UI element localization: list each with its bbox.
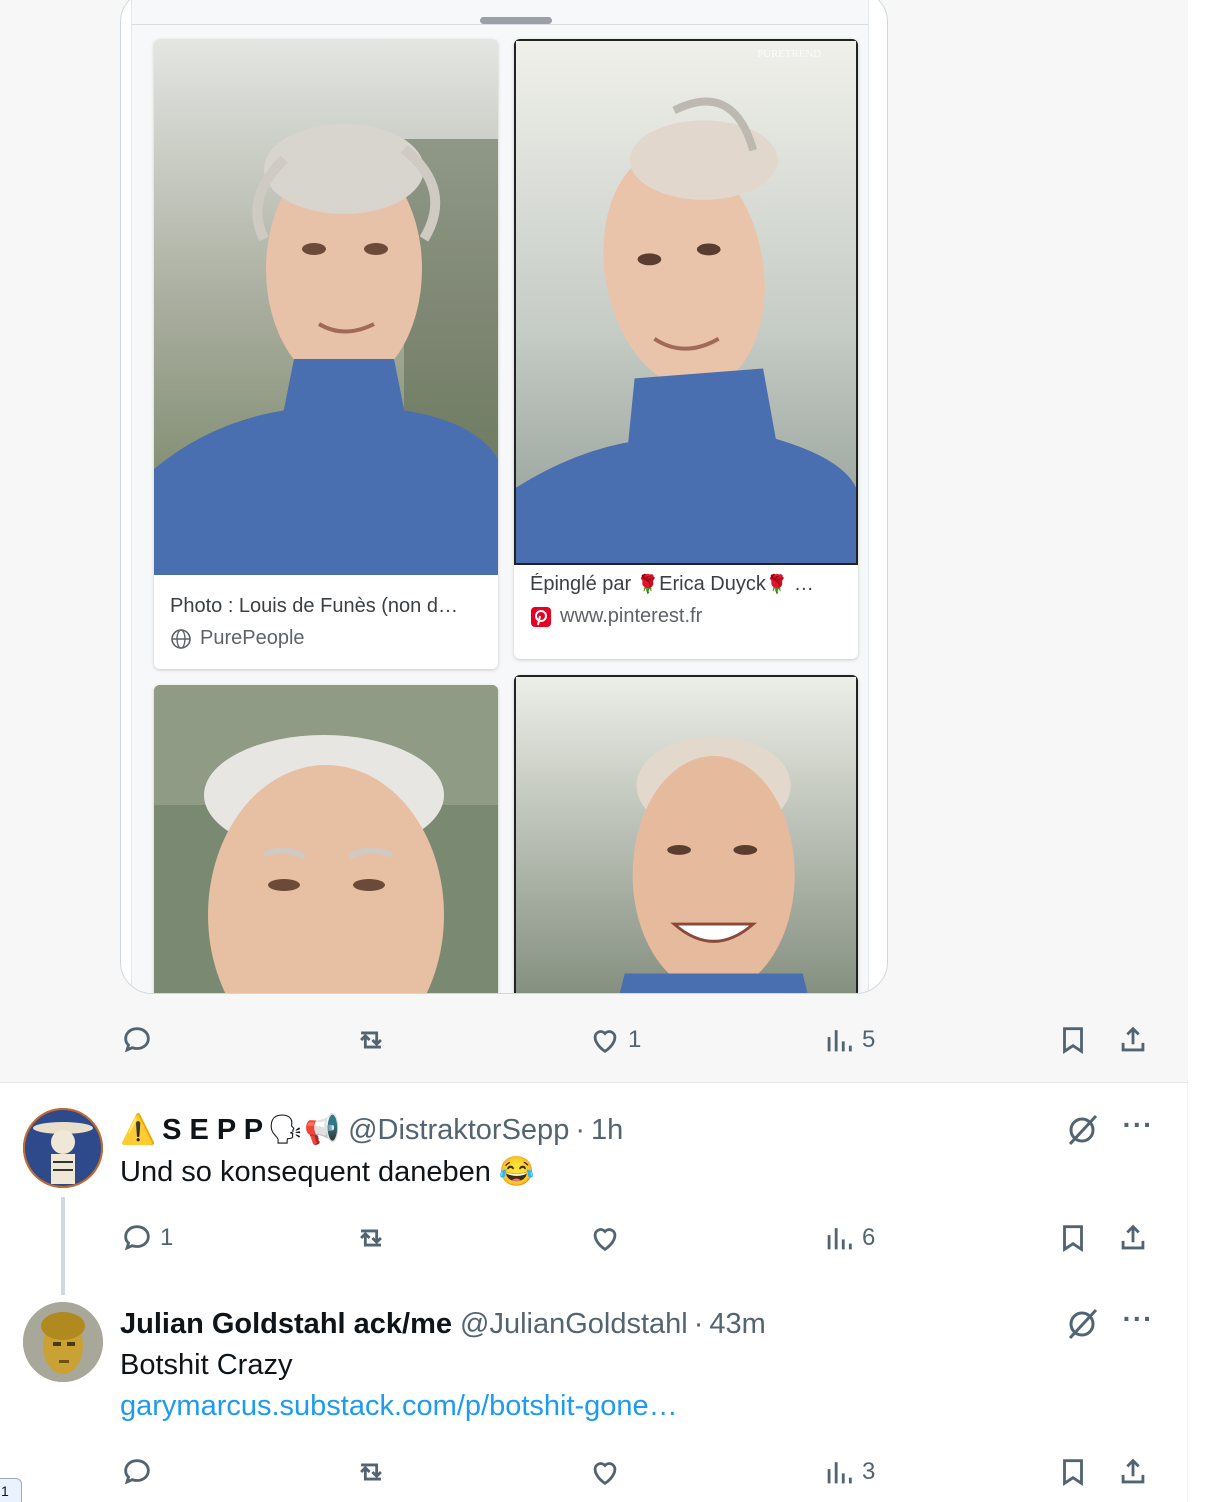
bookmark-button[interactable] bbox=[1056, 1452, 1090, 1492]
retweet-button[interactable] bbox=[354, 1020, 394, 1060]
tweet-text: Botshit Crazy bbox=[120, 1349, 293, 1381]
reply-header: ⚠️ S E P P 🗣📢 @DistraktorSepp · 1h bbox=[120, 1110, 623, 1150]
image-result-card[interactable]: Photo : Louis de Funès (non d… PurePeopl… bbox=[154, 39, 498, 669]
retweet-icon bbox=[360, 1031, 382, 1049]
drag-handle[interactable] bbox=[480, 17, 552, 24]
bookmark-icon bbox=[1063, 1459, 1083, 1486]
separator-dot: · bbox=[575, 1113, 585, 1146]
result-title[interactable]: Photo : Louis de Funès (non d… bbox=[170, 595, 484, 618]
reply-button[interactable] bbox=[120, 1020, 160, 1060]
rose-icon: 🌹 bbox=[636, 574, 660, 594]
views-count: 3 bbox=[862, 1458, 876, 1485]
share-icon bbox=[1121, 1224, 1145, 1250]
views-count: 6 bbox=[862, 1224, 876, 1251]
title-ellipsis: … bbox=[793, 573, 814, 595]
result-source-label: PurePeople bbox=[200, 627, 305, 649]
retweet-icon bbox=[360, 1229, 382, 1247]
tweet-action-bar: 1 5 bbox=[120, 1020, 1160, 1060]
result-source-label: www.pinterest.fr bbox=[560, 605, 703, 627]
corner-badge[interactable]: 1 bbox=[0, 1478, 22, 1502]
pinterest-icon bbox=[530, 606, 552, 628]
avatar[interactable] bbox=[23, 1302, 103, 1382]
bookmark-button[interactable] bbox=[1056, 1218, 1090, 1258]
share-button[interactable] bbox=[1116, 1020, 1150, 1060]
result-source[interactable]: PurePeople bbox=[170, 627, 305, 650]
grok-icon[interactable] bbox=[1062, 1304, 1102, 1344]
tweet-action-bar: 3 bbox=[120, 1452, 1160, 1492]
divider bbox=[132, 24, 868, 25]
heart-icon bbox=[593, 1462, 617, 1486]
retweet-icon bbox=[360, 1463, 382, 1481]
share-button[interactable] bbox=[1116, 1452, 1150, 1492]
views-button[interactable]: 6 bbox=[822, 1218, 875, 1258]
thread-connector bbox=[61, 1197, 65, 1295]
share-icon bbox=[1121, 1026, 1145, 1052]
separator-dot: · bbox=[693, 1307, 704, 1340]
reply-icon bbox=[124, 1027, 150, 1053]
result-title[interactable]: Épinglé par 🌹Erica Duyck🌹 … bbox=[530, 573, 850, 596]
name-emojis: 🗣📢 bbox=[267, 1114, 341, 1146]
display-name[interactable]: S E P P bbox=[162, 1114, 263, 1147]
user-handle[interactable]: @JulianGoldstahl bbox=[460, 1308, 688, 1341]
views-button[interactable]: 5 bbox=[822, 1020, 875, 1060]
reply-count: 1 bbox=[160, 1224, 174, 1251]
retweet-button[interactable] bbox=[354, 1452, 394, 1492]
warning-emoji: ⚠️ bbox=[120, 1114, 157, 1146]
more-options-icon[interactable]: ··· bbox=[1118, 1304, 1158, 1344]
image-result-card[interactable] bbox=[514, 675, 858, 993]
views-button[interactable]: 3 bbox=[822, 1452, 875, 1492]
rose-icon: 🌹 bbox=[765, 574, 789, 594]
views-count: 5 bbox=[862, 1026, 876, 1053]
reply-button[interactable] bbox=[120, 1452, 160, 1492]
retweet-button[interactable] bbox=[354, 1218, 394, 1258]
reply-button[interactable]: 1 bbox=[120, 1218, 173, 1258]
pinner-name: Erica Duyck bbox=[659, 573, 766, 595]
result-photo[interactable] bbox=[154, 39, 498, 575]
reply-icon bbox=[124, 1459, 150, 1485]
result-photo[interactable] bbox=[514, 675, 858, 993]
watermark-text: PURETREND bbox=[757, 48, 821, 60]
reply-icon bbox=[124, 1225, 150, 1251]
views-icon bbox=[827, 1462, 852, 1484]
views-icon bbox=[827, 1228, 852, 1250]
grok-icon[interactable] bbox=[1062, 1110, 1102, 1150]
result-photo[interactable] bbox=[154, 685, 498, 993]
image-result-card[interactable]: PURETREND Épinglé par 🌹Erica Duyck🌹 … ww… bbox=[514, 39, 858, 659]
heart-icon bbox=[593, 1228, 617, 1252]
like-button[interactable] bbox=[588, 1452, 628, 1492]
display-name[interactable]: Julian Goldstahl ack/me bbox=[120, 1308, 452, 1341]
timestamp[interactable]: 1h bbox=[591, 1114, 623, 1147]
user-handle[interactable]: @DistraktorSepp bbox=[348, 1114, 569, 1147]
result-source[interactable]: www.pinterest.fr bbox=[530, 605, 702, 628]
tweet-link[interactable]: garymarcus.substack.com/p/botshit-gone… bbox=[120, 1390, 678, 1423]
tweet-action-bar: 1 6 bbox=[120, 1218, 1160, 1258]
like-count: 1 bbox=[628, 1026, 642, 1053]
reply-header: Julian Goldstahl ack/me @JulianGoldstahl… bbox=[120, 1304, 766, 1344]
image-results-panel: Photo : Louis de Funès (non d… PurePeopl… bbox=[131, 0, 869, 993]
embedded-image-results[interactable]: Photo : Louis de Funès (non d… PurePeopl… bbox=[120, 0, 888, 994]
views-icon bbox=[827, 1030, 852, 1052]
image-result-card[interactable] bbox=[154, 685, 498, 993]
more-options-icon[interactable]: ··· bbox=[1118, 1110, 1158, 1150]
bookmark-icon bbox=[1063, 1027, 1083, 1054]
like-button[interactable] bbox=[588, 1218, 628, 1258]
bookmark-icon bbox=[1063, 1225, 1083, 1252]
like-button[interactable]: 1 bbox=[588, 1020, 641, 1060]
globe-icon bbox=[170, 628, 192, 650]
timestamp[interactable]: 43m bbox=[709, 1308, 765, 1341]
heart-icon bbox=[593, 1030, 617, 1054]
share-icon bbox=[1121, 1458, 1145, 1484]
pinned-by-label: Épinglé par bbox=[530, 573, 632, 595]
tweet-text: Und so konsequent daneben 😂 bbox=[120, 1156, 536, 1188]
result-photo[interactable]: PURETREND bbox=[514, 39, 858, 565]
timeline-column: Photo : Louis de Funès (non d… PurePeopl… bbox=[0, 0, 1188, 1502]
share-button[interactable] bbox=[1116, 1218, 1150, 1258]
bookmark-button[interactable] bbox=[1056, 1020, 1090, 1060]
avatar[interactable] bbox=[23, 1108, 103, 1188]
